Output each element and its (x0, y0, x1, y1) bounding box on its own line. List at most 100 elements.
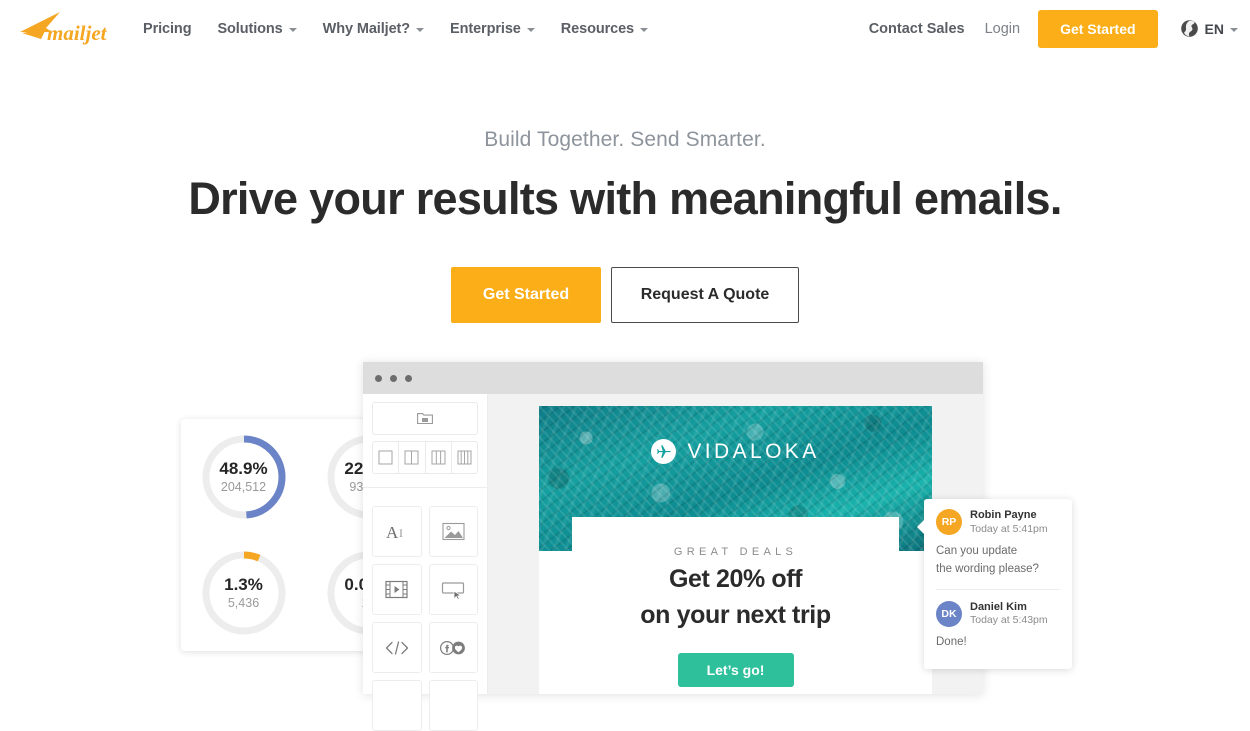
email-brand-name: VIDALOKA (687, 439, 820, 463)
email-preview: VIDALOKA GREAT DEALS Get 20% off on your… (539, 406, 932, 694)
three-column-icon (431, 450, 446, 465)
comment-meta: Robin Payne Today at 5:41pm (970, 509, 1048, 536)
nav-item-enterprise[interactable]: Enterprise (437, 21, 548, 37)
comment-body: Can you update the wording please? (936, 543, 1060, 579)
language-label: EN (1204, 20, 1224, 37)
svg-text:mailjet: mailjet (47, 21, 108, 45)
donut-count: 204,512 (220, 479, 267, 494)
window-dot-icon[interactable] (405, 374, 412, 382)
stat-cell-bounce-rate: 1.3% 5,436 (181, 535, 306, 651)
button-block-tool[interactable] (428, 564, 478, 615)
comment-meta: Daniel Kim Today at 5:43pm (970, 601, 1048, 628)
nav-item-pricing[interactable]: Pricing (130, 21, 204, 37)
stat-cell-open-rate: 48.9% 204,512 (181, 419, 306, 535)
language-selector[interactable]: EN (1180, 19, 1238, 38)
comment-author: Robin Payne (970, 509, 1037, 521)
email-headline-line1: Get 20% off (668, 565, 803, 593)
svg-text:I: I (399, 526, 403, 540)
chevron-down-icon (1230, 27, 1238, 32)
text-block-tool[interactable]: A I (372, 506, 422, 557)
contact-sales-link[interactable]: Contact Sales (869, 21, 965, 37)
chevron-down-icon (526, 27, 535, 32)
main-nav: Pricing Solutions Why Mailjet? Enterpris… (130, 0, 661, 57)
comment-author: Daniel Kim (970, 600, 1027, 613)
email-brand-lockup: VIDALOKA (539, 439, 932, 464)
three-column-tool[interactable] (426, 442, 452, 473)
comment-body-line: Done! (936, 636, 967, 649)
comment-header: RP Robin Payne Today at 5:41pm (936, 509, 1060, 536)
nav-label: Solutions (217, 20, 283, 37)
comment-timestamp: Today at 5:43pm (970, 614, 1048, 627)
comment-body-line: the wording please? (936, 562, 1039, 575)
editor-toolbar-sidebar: A I (363, 394, 488, 731)
avatar: RP (936, 509, 962, 536)
avatar: DK (936, 600, 962, 627)
donut-label: 48.9% 204,512 (196, 429, 292, 525)
comments-popover: RP Robin Payne Today at 5:41pm Can you u… (917, 499, 1072, 669)
one-column-icon (378, 450, 393, 465)
svg-text:A: A (386, 523, 399, 542)
two-column-icon (404, 450, 419, 465)
email-editor-window: A I VIDALOKA GREAT DEALS Get 20% off on … (363, 362, 983, 731)
nav-item-solutions[interactable]: Solutions (204, 21, 309, 37)
video-icon (385, 580, 408, 599)
airplane-icon (657, 445, 671, 458)
mailjet-logo[interactable]: mailjet (16, 6, 116, 50)
chevron-down-icon (416, 27, 425, 32)
four-column-icon (457, 450, 472, 465)
hero-section: Build Together. Send Smarter. Drive your… (0, 57, 1250, 323)
nav-item-resources[interactable]: Resources (548, 21, 661, 37)
comment-item: RP Robin Payne Today at 5:41pm Can you u… (936, 509, 1060, 579)
image-block-tool[interactable] (428, 506, 478, 557)
social-icon (440, 640, 466, 655)
html-block-tool[interactable] (372, 622, 422, 673)
comment-header: DK Daniel Kim Today at 5:43pm (936, 601, 1060, 628)
comment-body: Done! (936, 634, 1060, 652)
donut-percent: 48.9% (219, 459, 268, 479)
comment-item: DK Daniel Kim Today at 5:43pm Done! (936, 588, 1060, 653)
chevron-down-icon (288, 27, 297, 32)
image-icon (442, 522, 465, 541)
hero-cta-row: Get Started Request A Quote (0, 267, 1250, 323)
donut-count: 5,436 (227, 595, 260, 610)
chevron-down-icon (640, 27, 649, 32)
site-header: mailjet Pricing Solutions Why Mailjet? E… (0, 0, 1250, 57)
button-icon (441, 581, 464, 600)
header-actions: Contact Sales Login Get Started EN (869, 0, 1238, 57)
request-quote-button[interactable]: Request A Quote (611, 267, 799, 323)
social-block-tool[interactable] (428, 622, 478, 673)
nav-item-why-mailjet[interactable]: Why Mailjet? (310, 21, 437, 37)
email-headline-line2: on your next trip (640, 601, 831, 630)
donut-chart: 1.3% 5,436 (196, 545, 292, 641)
donut-label: 1.3% 5,436 (196, 545, 292, 641)
brand-badge (651, 439, 677, 464)
four-column-tool[interactable] (452, 442, 477, 473)
globe-icon (1180, 20, 1198, 37)
toolbar-divider (363, 487, 487, 488)
column-layout-tools (372, 441, 478, 474)
email-cta-button[interactable]: Let’s go! (677, 652, 794, 687)
comment-timestamp: Today at 5:41pm (970, 522, 1048, 535)
one-column-tool[interactable] (373, 442, 400, 473)
comment-body-line: Can you update (936, 544, 1018, 557)
two-column-tool[interactable] (399, 442, 426, 473)
window-dot-icon[interactable] (375, 374, 382, 382)
template-folder-tool[interactable] (372, 402, 478, 435)
content-block-tools: A I (372, 506, 478, 731)
hero-get-started-button[interactable]: Get Started (451, 267, 601, 323)
header-get-started-button[interactable]: Get Started (1038, 9, 1158, 48)
email-offer-panel: GREAT DEALS Get 20% off on your next tri… (572, 517, 899, 694)
editor-body: A I VIDALOKA GREAT DEALS Get 20% off on … (363, 394, 983, 731)
extra-block-tool[interactable] (428, 680, 478, 731)
editor-canvas: VIDALOKA GREAT DEALS Get 20% off on your… (488, 394, 983, 694)
html-code-icon (385, 640, 408, 655)
text-icon: A I (386, 523, 403, 542)
window-dot-icon[interactable] (390, 374, 397, 382)
paper-plane-icon: mailjet (20, 12, 108, 45)
hero-eyebrow: Build Together. Send Smarter. (484, 128, 766, 151)
login-link[interactable]: Login (985, 21, 1020, 37)
video-block-tool[interactable] (372, 564, 422, 615)
extra-block-tool[interactable] (372, 680, 422, 731)
nav-label: Resources (560, 20, 635, 37)
window-titlebar (363, 362, 983, 394)
